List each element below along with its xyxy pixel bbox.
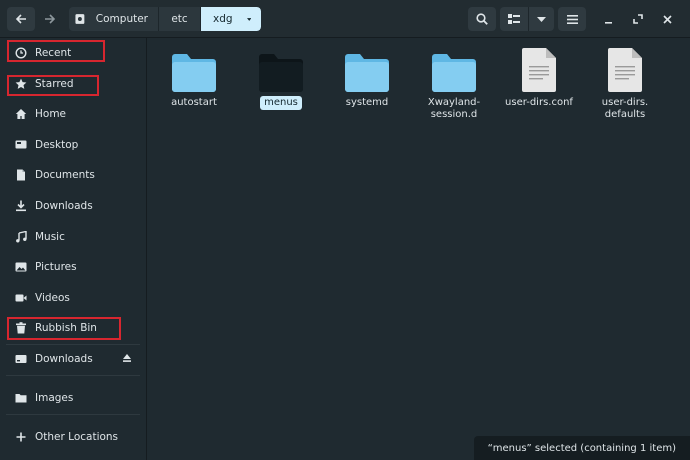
maximize-button[interactable]	[628, 9, 648, 29]
path-crumb-label: etc	[171, 13, 188, 25]
path-crumb-etc[interactable]: etc	[159, 7, 201, 31]
search-icon	[476, 13, 488, 25]
sidebar-item-music[interactable]: Music	[6, 223, 140, 251]
sidebar-separator	[6, 414, 140, 415]
main-menu-button[interactable]	[558, 7, 586, 31]
sidebar-item-pictures[interactable]: Pictures	[6, 253, 140, 281]
star-icon	[15, 78, 27, 90]
file-item-systemd[interactable]: systemd	[325, 46, 409, 110]
file-item-menus[interactable]: menus	[239, 46, 323, 110]
minimize-icon	[604, 21, 612, 24]
folder-icon	[432, 54, 476, 92]
sidebar-item-images[interactable]: Images	[6, 384, 140, 412]
path-crumb-label: xdg	[213, 13, 233, 25]
sidebar-item-label: Home	[35, 108, 67, 120]
sidebar-item-label: Recent	[35, 47, 72, 59]
search-button[interactable]	[468, 7, 496, 31]
sidebar-item-downloads[interactable]: Downloads	[6, 192, 140, 220]
home-icon	[15, 108, 27, 120]
music-icon	[15, 231, 27, 243]
view-options-button[interactable]	[528, 7, 554, 31]
view-toggle-button[interactable]	[500, 7, 528, 31]
plus-icon	[15, 431, 27, 443]
clock-icon	[15, 47, 27, 59]
sidebar-item-desktop[interactable]: Desktop	[6, 131, 140, 159]
sidebar-item-other-locations[interactable]: Other Locations	[6, 423, 140, 451]
file-view: autostart menus systemd Xwayland- sessio…	[148, 38, 690, 460]
chevron-down-icon	[537, 16, 546, 22]
sidebar-item-downloads-drive[interactable]: Downloads	[6, 345, 140, 373]
sidebar-item-label: Downloads	[35, 200, 93, 212]
sidebar-item-starred[interactable]: Starred	[6, 70, 140, 98]
arrow-right-icon	[45, 14, 56, 24]
sidebar-item-rubbish-bin[interactable]: Rubbish Bin	[6, 314, 140, 342]
status-text: “menus” selected (containing 1 item)	[487, 442, 676, 454]
sidebar-item-home[interactable]: Home	[6, 100, 140, 128]
path-bar: Computer etc xdg	[69, 7, 261, 31]
file-item-autostart[interactable]: autostart	[152, 46, 236, 110]
file-label: autostart	[171, 97, 217, 108]
document-icon	[15, 169, 27, 181]
desktop-icon	[15, 139, 27, 151]
folder-icon	[345, 54, 389, 92]
status-bar: “menus” selected (containing 1 item)	[473, 436, 690, 460]
file-label: user-dirs. defaults	[601, 97, 649, 120]
sidebar-item-label: Other Locations	[35, 431, 119, 443]
folder-open-icon	[259, 54, 303, 92]
text-file-icon	[608, 48, 642, 92]
header-bar: Computer etc xdg	[0, 0, 690, 38]
folder-icon	[15, 392, 27, 404]
hamburger-menu-icon	[566, 14, 578, 24]
sidebar-item-label: Documents	[35, 169, 95, 181]
maximize-icon	[633, 14, 643, 24]
sidebar-item-label: Rubbish Bin	[35, 322, 97, 334]
drive-icon	[75, 14, 85, 24]
minimize-button[interactable]	[598, 9, 618, 29]
forward-button[interactable]	[36, 7, 64, 31]
file-label: user-dirs.conf	[505, 97, 573, 108]
sidebar-item-label: Music	[35, 231, 65, 243]
path-crumb-computer[interactable]: Computer	[69, 7, 159, 31]
arrow-left-icon	[15, 14, 26, 24]
file-item-user-dirs-defaults[interactable]: user-dirs. defaults	[583, 46, 667, 122]
video-icon	[15, 292, 27, 304]
sidebar-item-label: Pictures	[35, 261, 77, 273]
sidebar: Recent Starred Home Desktop Documents Do…	[0, 38, 147, 460]
sidebar-item-label: Images	[35, 392, 74, 404]
file-label: systemd	[345, 97, 389, 108]
close-button[interactable]	[657, 9, 677, 29]
file-item-user-dirs-conf[interactable]: user-dirs.conf	[497, 46, 581, 110]
eject-icon[interactable]	[122, 353, 132, 366]
picture-icon	[15, 261, 27, 273]
sidebar-item-label: Videos	[35, 292, 70, 304]
text-file-icon	[522, 48, 556, 92]
folder-icon	[172, 54, 216, 92]
drive-icon	[15, 353, 27, 365]
view-grid-icon	[508, 14, 520, 24]
sidebar-item-label: Desktop	[35, 139, 79, 151]
sidebar-item-documents[interactable]: Documents	[6, 161, 140, 189]
sidebar-separator	[6, 375, 140, 376]
chevron-down-icon	[246, 17, 251, 21]
close-icon	[662, 14, 672, 24]
sidebar-item-videos[interactable]: Videos	[6, 284, 140, 312]
sidebar-item-label: Downloads	[35, 353, 93, 365]
path-crumb-label: Computer	[95, 13, 148, 25]
back-button[interactable]	[7, 7, 35, 31]
file-label: Xwayland- session.d	[427, 97, 481, 120]
file-label: menus	[260, 96, 302, 110]
path-crumb-xdg[interactable]: xdg	[201, 7, 261, 31]
sidebar-item-label: Starred	[35, 78, 74, 90]
file-item-xwayland-session[interactable]: Xwayland- session.d	[412, 46, 496, 122]
trash-icon	[15, 322, 27, 334]
download-icon	[15, 200, 27, 212]
sidebar-item-recent[interactable]: Recent	[6, 39, 140, 67]
